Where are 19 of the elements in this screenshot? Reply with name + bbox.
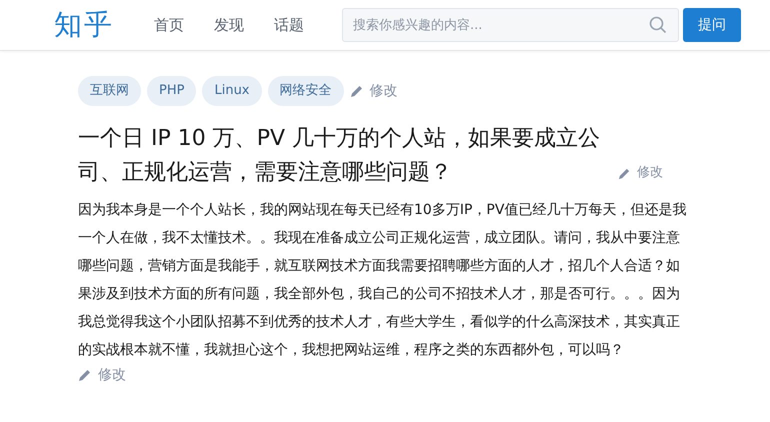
pencil-icon <box>78 368 92 382</box>
topic-tag[interactable]: Linux <box>202 76 262 106</box>
topic-tag[interactable]: 网络安全 <box>268 76 344 106</box>
pencil-icon <box>350 84 364 98</box>
edit-link[interactable]: 修改 <box>78 366 126 384</box>
topic-tag[interactable]: PHP <box>147 76 196 106</box>
edit-link[interactable]: 修改 <box>618 156 663 190</box>
topic-tag[interactable]: 互联网 <box>78 76 141 106</box>
nav-link[interactable]: 发现 <box>214 16 244 34</box>
search-field[interactable]: 搜索你感兴趣的内容... <box>342 8 679 42</box>
question-body: 因为我本身是一个个人站长，我的网站现在每天已经有10多万IP，PV值已经几十万每天，但还是我一个人在做，我不太懂技术。。我现在准备成立公司正规化运营，成立团队。请问，我从中要注意哪些问题，营销方面是我能手，就互联网技术方面我需要招聘哪些方面的人才，招几个人合适？如果涉及到技术方面的所有问题，我全部外包，我自己的公司不招技术人才，那是否可行。。。因为我总觉得我这个小团队招募不到优秀的技术人才，有些大学生，看似学的什么高深技术，其实真正的实战根本就不懂，我就担心这个，我想把网站运维，程序之类的东西都外包，可以吗？ <box>78 201 688 360</box>
logo[interactable]: 知乎 <box>54 6 154 44</box>
pencil-icon <box>618 166 631 180</box>
search-icon[interactable] <box>649 16 667 34</box>
nav-link[interactable]: 首页 <box>154 16 184 34</box>
nav-link[interactable]: 话题 <box>274 16 304 34</box>
edit-link[interactable]: 修改 <box>350 82 398 100</box>
ask-button[interactable]: 提问 <box>683 8 741 42</box>
question-title: 一个日 IP 10 万、PV 几十万的个人站，如果要成立公司、正规化运营，需要注意哪些问题？ <box>78 125 602 187</box>
